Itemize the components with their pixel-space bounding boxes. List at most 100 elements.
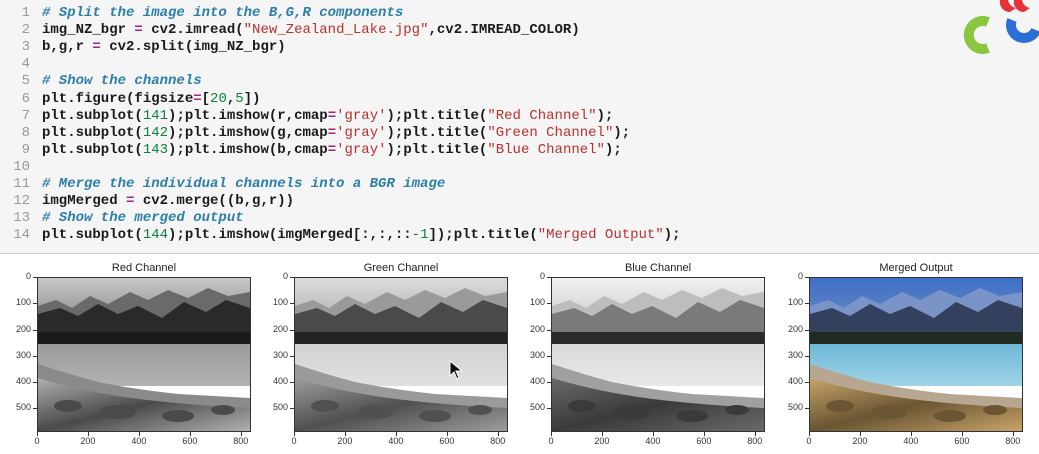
code-token: );	[663, 227, 681, 244]
code-token: );plt.title(	[386, 124, 488, 141]
code-line[interactable]: 13 # Show the merged output	[0, 210, 960, 227]
x-tick-label: 0	[34, 436, 40, 446]
code-token: );plt.imshow(g,cmap	[168, 124, 328, 141]
y-tick-label: 500	[272, 402, 288, 413]
line-number: 2	[21, 22, 30, 39]
y-tick-mark	[33, 277, 37, 278]
code-token: =	[193, 90, 202, 107]
x-tick-label: 800	[233, 436, 249, 446]
y-tick-mark	[290, 303, 294, 305]
line-number: 8	[21, 124, 30, 141]
code-line[interactable]: 10	[0, 159, 960, 176]
code-token: b,g,r	[42, 39, 93, 56]
code-token: 142	[142, 124, 169, 141]
x-tick-label: 600	[439, 436, 455, 446]
code-token: plt.subplot(	[42, 227, 143, 244]
code-token: "Blue Channel"	[487, 141, 605, 158]
code-token: # Show the channels	[42, 73, 202, 90]
code-line[interactable]: 2 img_NZ_bgr = cv2.imread("New_Zealand_La…	[0, 22, 960, 39]
subplot-color: Merged Output 0 100 200 300 400 500 0 200 400 600…	[779, 262, 1029, 452]
y-tick-mark	[290, 277, 294, 278]
code-token: ,	[226, 90, 236, 107]
code-token: );plt.imshow(b,cmap	[168, 141, 328, 158]
code-line[interactable]: 3 b,g,r = cv2.split(img_NZ_bgr)	[0, 39, 960, 56]
y-tick-label: 0	[282, 271, 288, 281]
y-tick-label: 400	[529, 376, 545, 387]
line-number: 5	[21, 73, 30, 90]
y-tick-label: 100	[787, 297, 803, 308]
y-tick-mark	[805, 382, 809, 384]
code-line[interactable]: 14 plt.subplot(144);plt.imshow(imgMerged[…	[0, 227, 960, 244]
code-line[interactable]: 12 imgMerged = cv2.merge((b,g,r))	[0, 193, 960, 210]
code-token: [	[201, 90, 211, 107]
plot-title: Green Channel	[363, 262, 439, 274]
code-cell[interactable]: 1 # Split the image into the B,G,R compon…	[0, 0, 1039, 254]
code-token: "Merged Output"	[537, 227, 664, 244]
code-token: img_NZ_bgr	[42, 22, 135, 39]
y-tick-mark	[805, 355, 809, 357]
code-token: ]);plt.title(	[428, 227, 538, 244]
code-line[interactable]: 8 plt.subplot(142);plt.imshow(g,cmap='gra…	[0, 125, 960, 142]
code-line[interactable]: 9 plt.subplot(143);plt.imshow(b,cmap='gra…	[0, 142, 960, 159]
y-tick-mark	[290, 408, 294, 410]
y-tick-mark	[547, 382, 551, 384]
x-tick-label: 200	[80, 436, 96, 446]
plot-title: Merged Output	[879, 262, 953, 274]
y-tick-label: 200	[787, 323, 803, 334]
code-token: cv2.merge((b,g,r))	[134, 193, 295, 210]
y-tick-mark	[290, 382, 294, 384]
y-tick-mark	[33, 355, 37, 357]
code-token: 143	[142, 141, 169, 158]
x-tick-label: 600	[182, 436, 198, 446]
y-tick-label: 300	[15, 349, 31, 360]
code-token: cv2.split(img_NZ_bgr)	[100, 39, 286, 56]
code-token: # Split the image into the B,G,R compone…	[42, 5, 404, 21]
x-tick-label: 0	[291, 436, 297, 446]
plot-title: Blue Channel	[624, 262, 692, 274]
y-tick-mark	[547, 303, 551, 305]
x-tick-label: 600	[696, 436, 712, 446]
code-token: plt.subplot(	[42, 141, 143, 158]
subplot-red: Red Channel 0 100 200 300 400 500 0 200 400 600 80…	[7, 262, 257, 452]
code-token: =	[327, 141, 337, 158]
code-token: =	[92, 39, 101, 56]
y-tick-label: 0	[539, 271, 545, 281]
x-tick-label: 800	[1005, 436, 1021, 446]
y-tick-mark	[805, 408, 809, 410]
y-tick-label: 100	[272, 297, 288, 308]
y-tick-mark	[33, 382, 37, 384]
code-token: plt.figure(figsize	[42, 90, 194, 107]
code-line[interactable]: 6 plt.figure(figsize=[20,5])	[0, 91, 960, 108]
code-line[interactable]: 1 # Split the image into the B,G,R compon…	[0, 5, 960, 22]
code-line[interactable]: 5 # Show the channels	[0, 73, 960, 90]
y-tick-label: 200	[529, 323, 545, 334]
code-token: # Show the merged output	[42, 210, 244, 227]
y-tick-mark	[805, 277, 809, 278]
x-tick-label: 0	[806, 436, 812, 446]
code-line[interactable]: 4	[0, 56, 960, 73]
code-token: 'gray'	[336, 107, 387, 124]
subplot-blue: Blue Channel 0 100 200 300 400 500 0 200 400 600 8…	[521, 262, 771, 452]
code-token: );plt.imshow(imgMerged[:,:,::	[168, 227, 412, 244]
plot-image	[809, 277, 1023, 432]
code-line[interactable]: 11 # Merge the individual channels into a…	[0, 176, 960, 193]
y-tick-label: 300	[529, 349, 545, 360]
y-tick-label: 300	[272, 349, 288, 360]
y-tick-label: 0	[25, 271, 31, 281]
plot-image	[294, 277, 508, 432]
line-number: 9	[21, 141, 30, 158]
opencv-logo-icon	[960, 0, 1039, 60]
y-tick-mark	[33, 329, 37, 331]
subplot-green: Green Channel 0 100 200 300 400 500 0 200 400 600…	[264, 262, 514, 452]
x-tick-label: 0	[548, 436, 554, 446]
line-number: 4	[21, 56, 30, 73]
y-tick-label: 500	[529, 402, 545, 413]
y-tick-mark	[547, 408, 551, 410]
code-token: ,cv2.IMREAD_COLOR)	[428, 22, 580, 39]
y-tick-mark	[547, 329, 551, 331]
code-token: );	[604, 141, 622, 158]
y-tick-mark	[805, 303, 809, 305]
plot-image	[37, 277, 251, 432]
code-line[interactable]: 7 plt.subplot(141);plt.imshow(r,cmap='gra…	[0, 108, 960, 125]
y-tick-label: 400	[272, 376, 288, 387]
